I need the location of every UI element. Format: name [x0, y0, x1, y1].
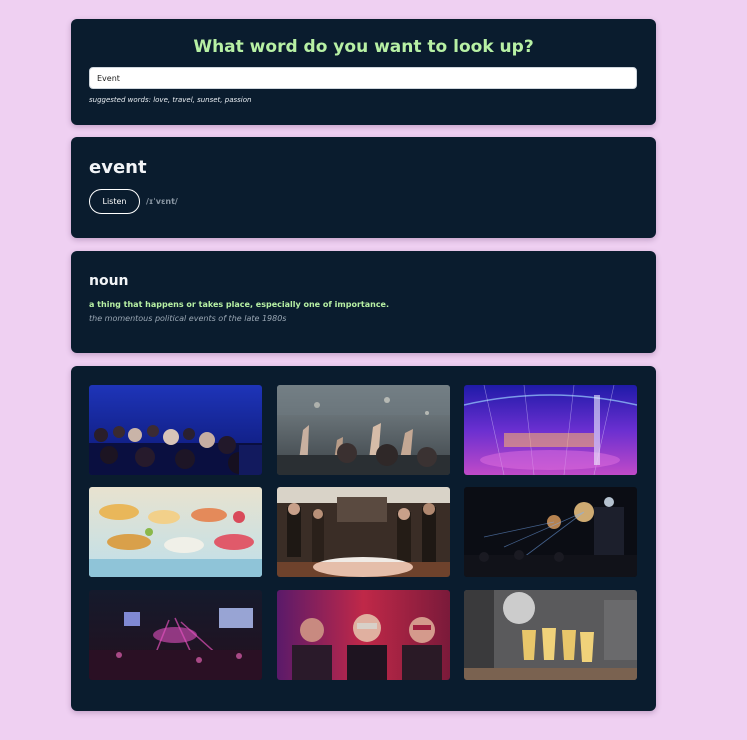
part-of-speech: noun [89, 273, 129, 289]
example-text: the momentous political events of the la… [89, 314, 287, 323]
search-input[interactable] [89, 67, 637, 89]
search-title: What word do you want to look up? [193, 37, 534, 57]
party-room-photo[interactable] [277, 487, 450, 577]
concert-crowd-photo[interactable] [277, 385, 450, 475]
page: What word do you want to look up? sugges… [0, 0, 747, 740]
definition-text: a thing that happens or takes place, esp… [89, 300, 390, 309]
champagne-glasses-photo[interactable] [464, 590, 637, 680]
phonetic-text: /ɪˈvɛnt/ [146, 197, 178, 206]
buffet-table-photo[interactable] [89, 487, 262, 577]
audience-theater-photo[interactable] [89, 385, 262, 475]
suggested-words: suggested words: love, travel, sunset, p… [89, 96, 252, 104]
meaning-card: noun a thing that happens or takes place… [71, 251, 656, 353]
night-concert-photo[interactable] [464, 487, 637, 577]
search-card: What word do you want to look up? sugges… [71, 19, 656, 125]
word-title: event [89, 157, 147, 178]
word-card: event Listen /ɪˈvɛnt/ [71, 137, 656, 238]
listen-button[interactable]: Listen [89, 189, 140, 214]
purple-stage-photo[interactable] [464, 385, 637, 475]
masquerade-party-photo[interactable] [277, 590, 450, 680]
photo-gallery [71, 366, 656, 711]
pink-concert-photo[interactable] [89, 590, 262, 680]
